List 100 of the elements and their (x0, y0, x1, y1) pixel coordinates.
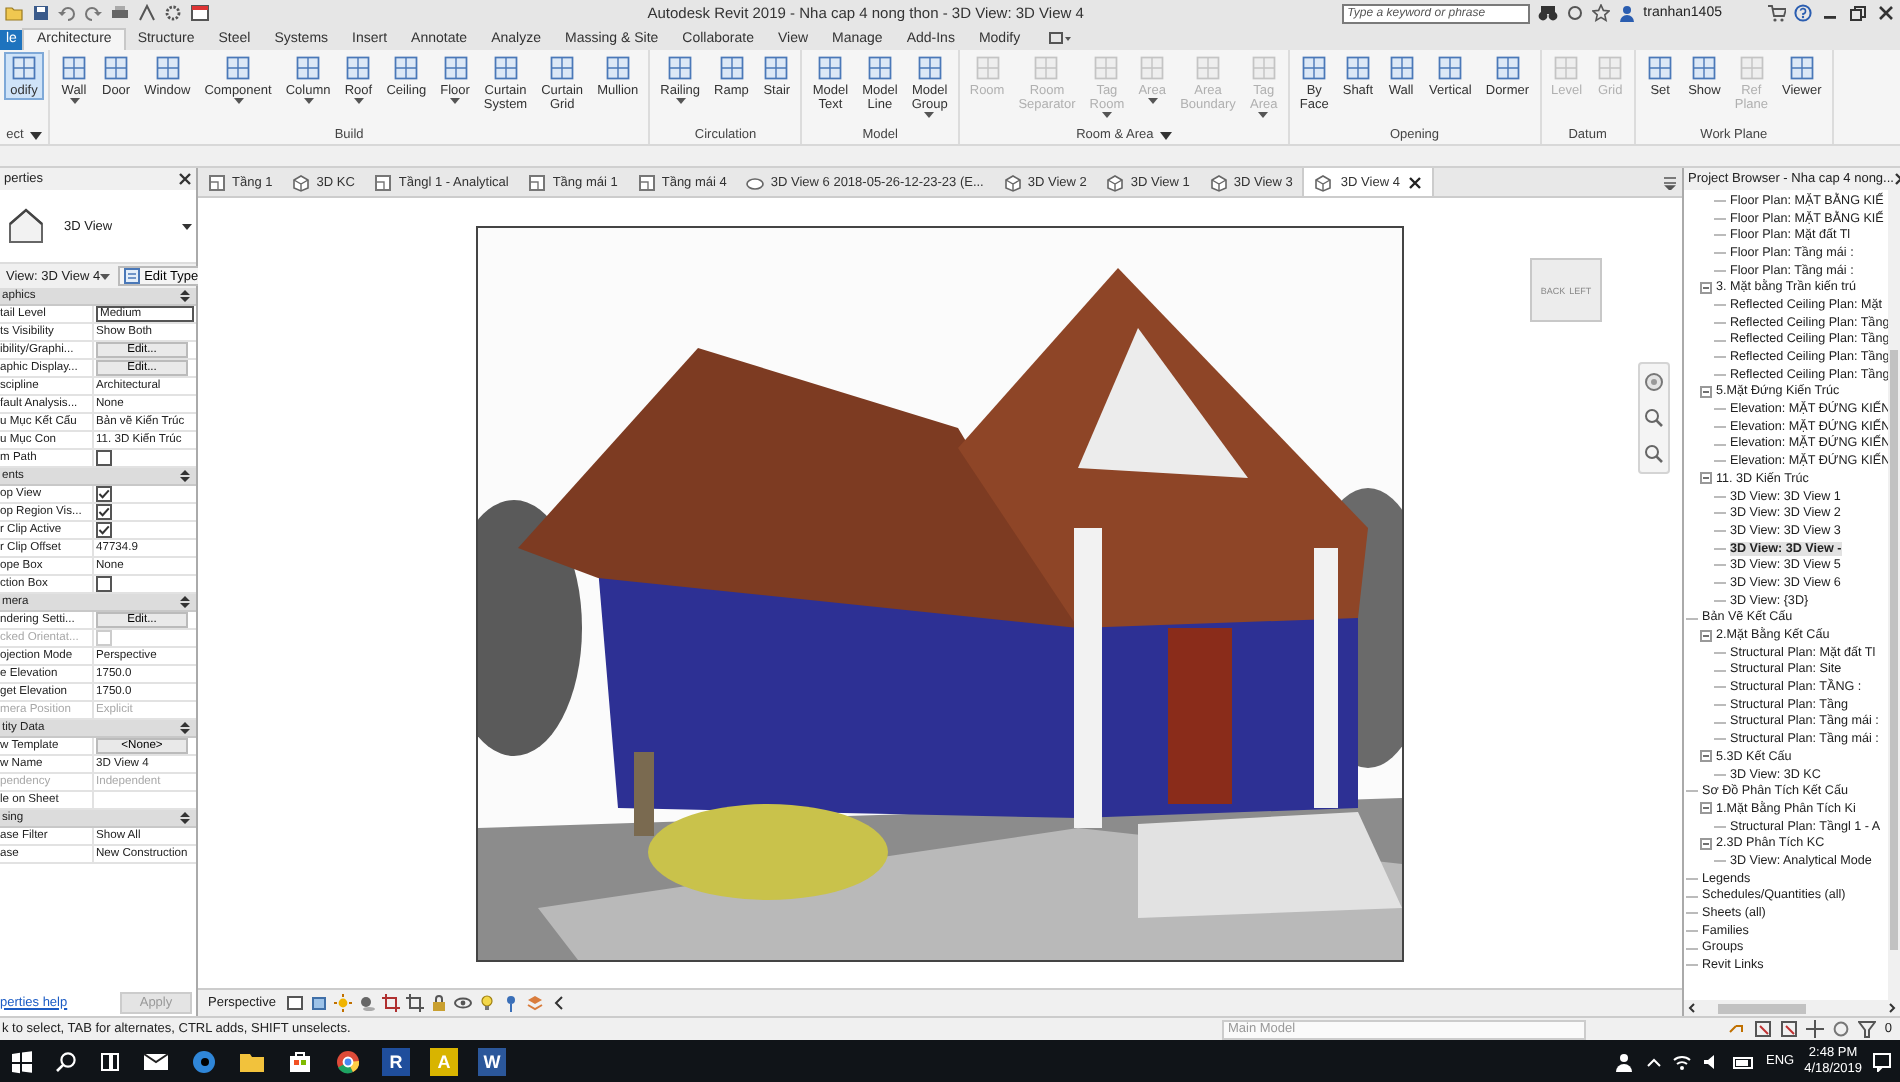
checkbox[interactable] (96, 504, 112, 520)
caret-icon (233, 98, 244, 104)
circle-icon[interactable] (1832, 1020, 1851, 1038)
app-icon[interactable]: R (382, 1047, 410, 1075)
cube-icon (1106, 173, 1125, 191)
windows-icon[interactable] (10, 1049, 34, 1073)
checkbox[interactable] (96, 576, 112, 592)
house-icon (4, 204, 48, 248)
caret-icon (1258, 112, 1269, 118)
collapse-toggle-icon[interactable] (1700, 281, 1712, 294)
redo-icon[interactable] (84, 4, 102, 22)
collapse-icon[interactable] (180, 470, 190, 482)
plan-icon (208, 173, 226, 191)
tool-icon (1343, 54, 1372, 82)
tool-icon (548, 54, 577, 82)
zoom-icon[interactable] (1644, 408, 1664, 428)
scrollbar[interactable] (1684, 1000, 1900, 1016)
plan-icon (528, 173, 547, 191)
cart-icon[interactable] (1766, 4, 1786, 22)
collapse-icon[interactable] (180, 596, 190, 608)
shadow-icon[interactable] (357, 994, 376, 1012)
checkbox[interactable] (96, 450, 112, 466)
collapse-toggle-icon[interactable] (1700, 472, 1712, 485)
caret-icon (353, 98, 364, 104)
caret-icon (100, 273, 111, 279)
notification-icon[interactable] (1872, 1051, 1892, 1071)
help-icon[interactable] (1794, 4, 1812, 22)
tool-icon (491, 54, 520, 82)
collapse-icon[interactable] (180, 722, 190, 734)
tool-icon (344, 54, 373, 82)
tabs-menu-icon[interactable] (1662, 174, 1678, 190)
tool-icon (102, 54, 131, 82)
cube-icon[interactable] (309, 994, 328, 1012)
close-icon[interactable] (1876, 4, 1896, 22)
tool-icon (1436, 54, 1465, 82)
printer-icon[interactable] (110, 4, 130, 22)
lightbulb-icon[interactable] (477, 994, 496, 1012)
caret-icon (29, 131, 42, 139)
task-view-icon[interactable] (98, 1049, 122, 1073)
tool-icon (10, 54, 38, 82)
collapse-toggle-icon[interactable] (1700, 750, 1712, 763)
crop-icon[interactable] (405, 994, 424, 1012)
collapse-toggle-icon[interactable] (1700, 385, 1712, 398)
sun-icon[interactable] (333, 994, 352, 1012)
scroll-left-icon[interactable] (549, 994, 568, 1012)
caret-icon (182, 223, 192, 229)
tool-icon (915, 54, 944, 82)
sheet-icon[interactable] (285, 994, 304, 1012)
window-icon[interactable] (190, 4, 210, 22)
tool-icon (153, 54, 182, 82)
star-icon[interactable] (1591, 4, 1610, 22)
panel-toggle-icon[interactable] (1048, 30, 1073, 46)
close-icon[interactable] (178, 172, 192, 186)
scrollbar[interactable] (1888, 190, 1900, 1000)
battery-icon[interactable] (1731, 1051, 1756, 1071)
bag-icon[interactable] (286, 1047, 314, 1075)
wifi-icon[interactable] (1671, 1051, 1692, 1071)
search-icon[interactable] (54, 1049, 78, 1073)
collapse-toggle-icon[interactable] (1700, 837, 1712, 850)
scroll-right-icon[interactable] (1886, 1002, 1898, 1014)
app-icon[interactable]: W (478, 1047, 506, 1075)
filter-icon[interactable] (1858, 1020, 1877, 1038)
browser-icon[interactable] (334, 1047, 362, 1075)
close-icon[interactable] (1407, 175, 1422, 189)
save-icon[interactable] (32, 4, 50, 22)
caret-icon (450, 98, 461, 104)
cube-icon (1314, 173, 1333, 191)
caret-icon (1159, 131, 1172, 139)
restore-icon[interactable] (1848, 4, 1868, 22)
caret-icon[interactable] (1645, 1055, 1662, 1067)
collapse-icon[interactable] (180, 812, 190, 824)
tool-icon (294, 54, 323, 82)
binoculars-icon[interactable] (1537, 4, 1558, 22)
tool-icon (865, 54, 894, 82)
collapse-toggle-icon[interactable] (1700, 629, 1712, 642)
people-icon[interactable] (1615, 1051, 1636, 1071)
scroll-left-icon[interactable] (1686, 1002, 1698, 1014)
collapse-toggle-icon[interactable] (1700, 802, 1712, 815)
tool-icon (1493, 54, 1522, 82)
eye-icon[interactable] (453, 994, 472, 1012)
crop-icon[interactable] (381, 994, 400, 1012)
tool-icon (816, 54, 845, 82)
plan-icon (637, 173, 656, 191)
checkbox[interactable] (96, 522, 112, 538)
caret-icon (1147, 98, 1158, 104)
pin-icon[interactable] (501, 994, 520, 1012)
lock-icon[interactable] (429, 994, 448, 1012)
cube-icon (292, 173, 311, 191)
user-icon[interactable] (1617, 4, 1636, 22)
checkbox[interactable] (96, 486, 112, 502)
collapse-icon[interactable] (180, 290, 190, 302)
tool-icon (666, 54, 695, 82)
undo-icon[interactable] (58, 4, 76, 22)
caret-icon (69, 98, 79, 104)
cube-icon (1209, 173, 1228, 191)
tool-icon (392, 54, 421, 82)
mail-icon[interactable] (142, 1047, 170, 1075)
zoom-icon[interactable] (1644, 444, 1664, 464)
caret-icon (1101, 112, 1112, 118)
wheel-icon[interactable] (1644, 372, 1664, 392)
